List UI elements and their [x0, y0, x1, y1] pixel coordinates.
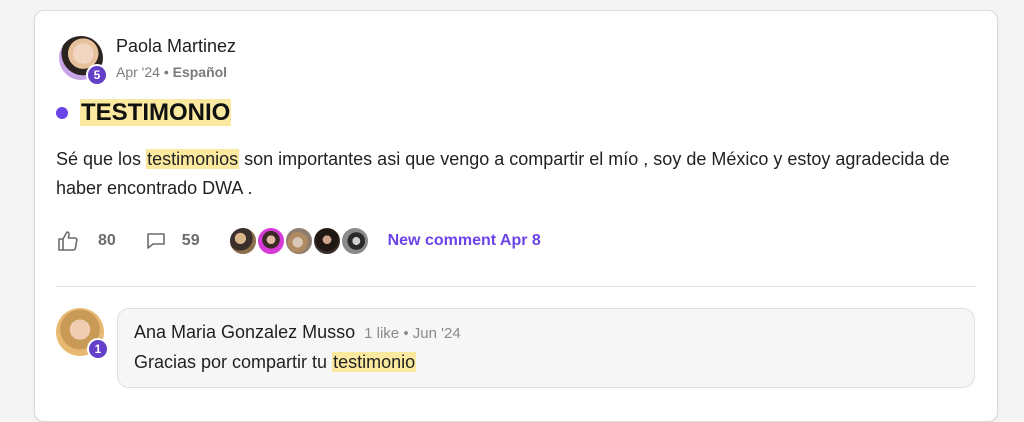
- divider: [56, 286, 976, 287]
- participant-avatars[interactable]: [227, 226, 370, 256]
- post-body[interactable]: Sé que los testimonios son importantes a…: [56, 145, 956, 203]
- reply-highlight: testimonio: [332, 352, 417, 372]
- participant-avatar: [339, 226, 370, 256]
- reply-text: Gracias por compartir tu testimonio: [134, 352, 417, 373]
- reply-meta-separator: •: [403, 325, 409, 342]
- participant-avatar: [255, 226, 286, 256]
- reply-header: Ana Maria Gonzalez Musso 1 like • Jun '2…: [134, 322, 461, 343]
- reply-text-start: Gracias por compartir tu: [134, 352, 333, 372]
- new-comment-link[interactable]: New comment Apr 8: [388, 232, 541, 250]
- body-text-start: Sé que los: [56, 149, 147, 169]
- reply-level-badge: 1: [87, 338, 109, 360]
- meta-separator: •: [163, 64, 169, 80]
- reply-author-name[interactable]: Ana Maria Gonzalez Musso: [134, 322, 355, 342]
- reply-comment: Ana Maria Gonzalez Musso 1 like • Jun '2…: [117, 308, 975, 388]
- participant-avatar: [311, 226, 342, 256]
- post-card: 5 Paola Martinez Apr '24 • Español TESTI…: [34, 10, 998, 422]
- author-name[interactable]: Paola Martinez: [116, 36, 236, 57]
- thumbs-up-icon[interactable]: [56, 229, 80, 253]
- title-highlight: TESTIMONIO: [80, 99, 232, 126]
- body-highlight: testimonios: [146, 149, 240, 169]
- participant-avatar: [283, 226, 314, 256]
- unread-dot-icon: [56, 107, 68, 119]
- post-title[interactable]: TESTIMONIO: [80, 99, 232, 127]
- post-meta: Apr '24 • Español: [116, 64, 227, 80]
- author-level-badge: 5: [86, 64, 108, 86]
- reply-meta: 1 like • Jun '24: [364, 325, 461, 342]
- post-actions: 80 59 New comment Apr 8: [56, 226, 541, 256]
- like-count[interactable]: 80: [98, 232, 116, 250]
- comment-bubble-icon[interactable]: [144, 229, 168, 253]
- post-language[interactable]: Español: [173, 64, 227, 80]
- post-date[interactable]: Apr '24: [116, 64, 160, 80]
- reply-date[interactable]: Jun '24: [413, 325, 461, 342]
- participant-avatar: [227, 226, 258, 256]
- reply-likes[interactable]: 1 like: [364, 325, 399, 342]
- comment-count[interactable]: 59: [182, 232, 200, 250]
